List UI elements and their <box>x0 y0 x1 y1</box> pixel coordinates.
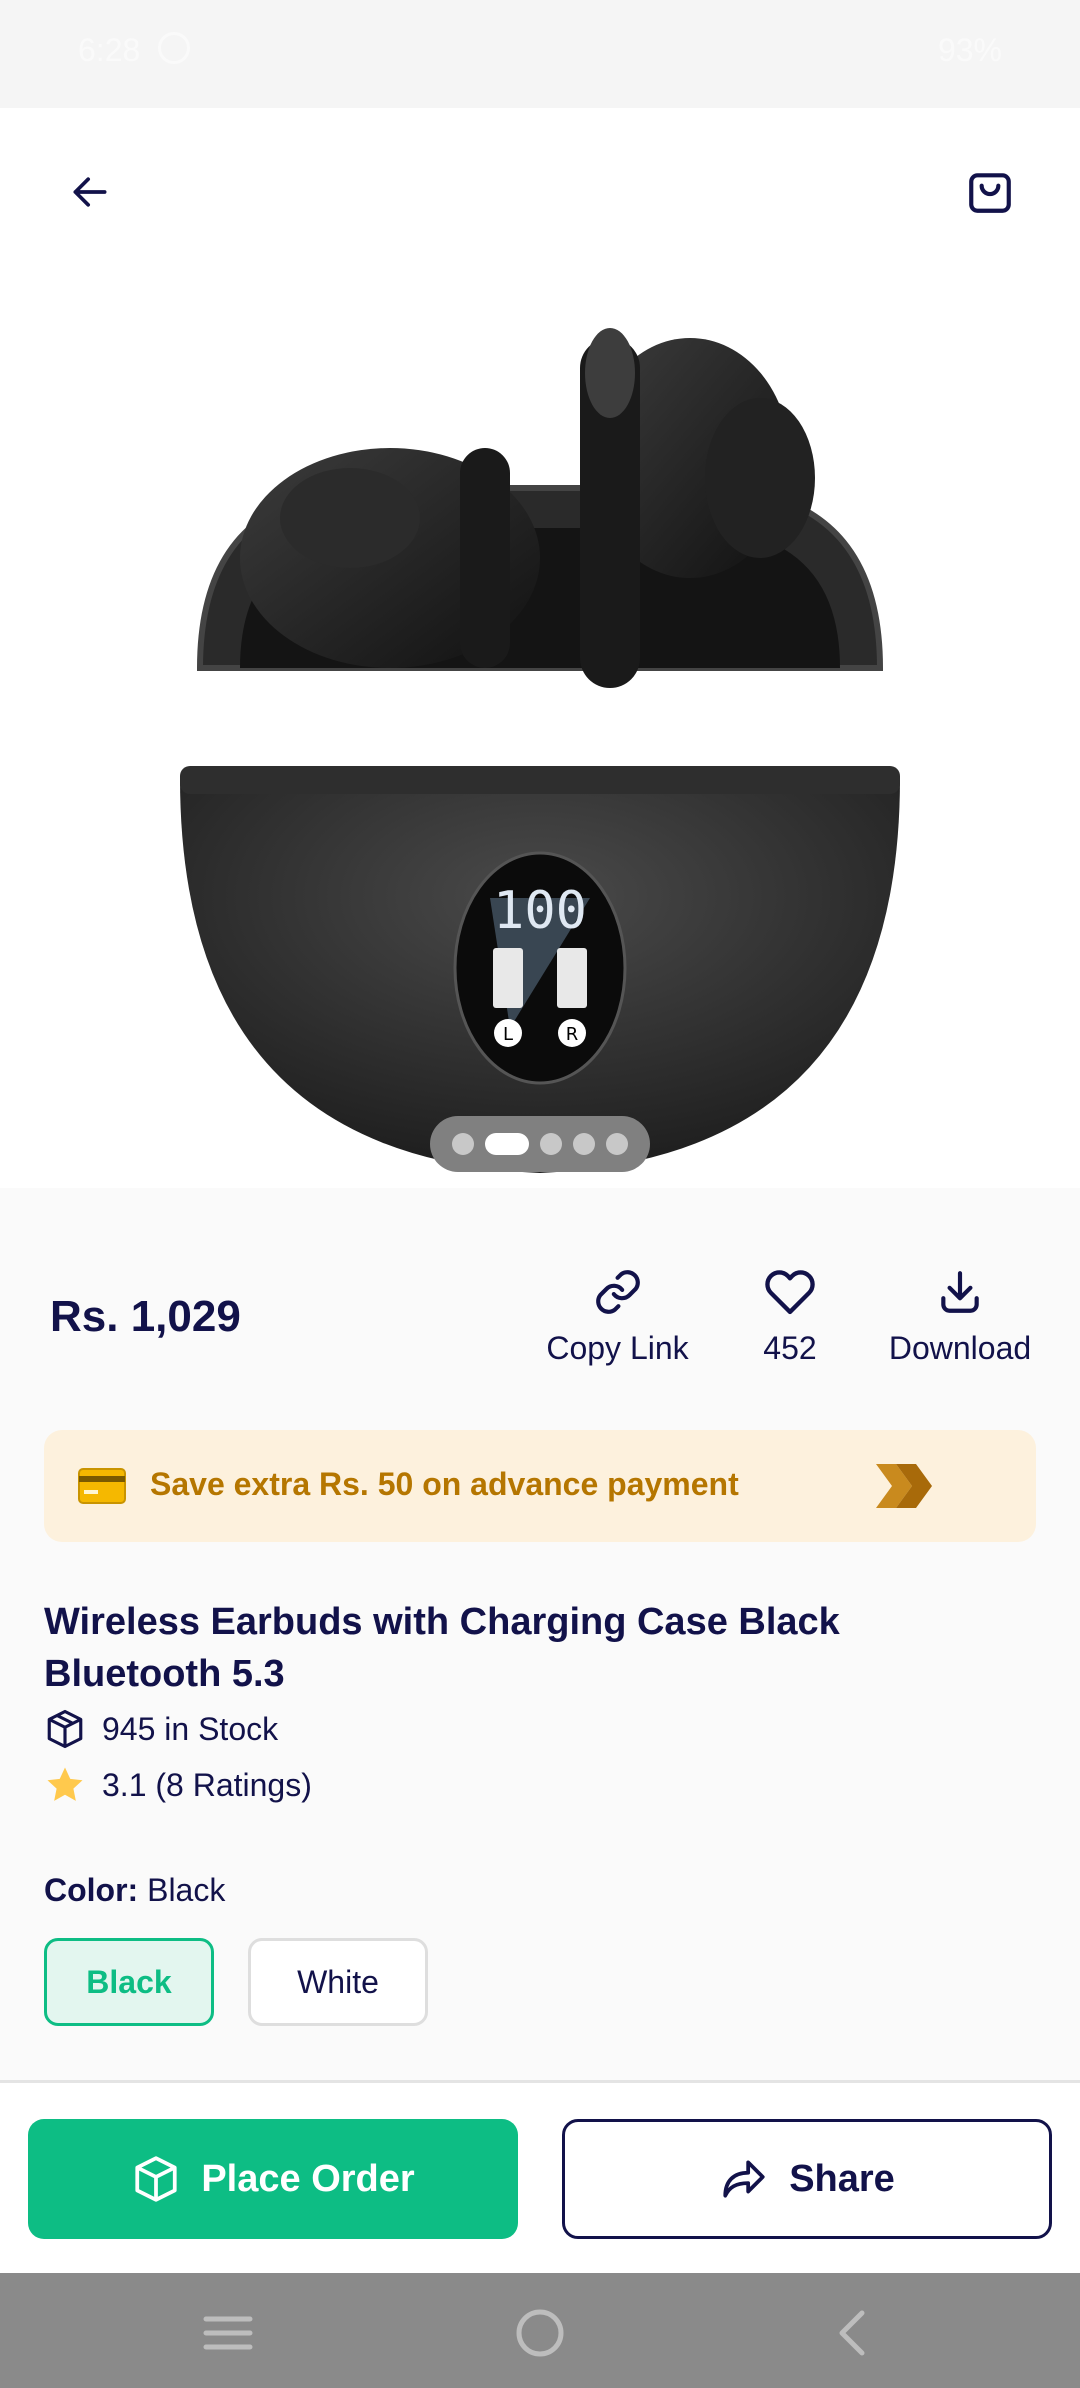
download-icon <box>941 1271 979 1313</box>
bottom-action-bar: Place Order Share <box>0 2083 1080 2273</box>
home-button[interactable] <box>510 2303 570 2363</box>
svg-text:L: L <box>503 1024 513 1045</box>
product-gallery[interactable]: 100 L R <box>0 108 1080 1188</box>
product-image: 100 L R <box>180 328 900 1173</box>
credit-card-icon <box>78 1468 126 1504</box>
advance-payment-banner[interactable]: Save extra Rs. 50 on advance payment <box>44 1430 1036 1542</box>
product-price: Rs. 1,029 <box>50 1292 241 1341</box>
back-nav-button[interactable] <box>822 2303 882 2363</box>
rating-text: 3.1 (8 Ratings) <box>102 1766 312 1803</box>
color-option-white[interactable]: White <box>248 1938 428 2026</box>
copy-link-label: Copy Link <box>546 1330 689 1366</box>
place-order-button[interactable]: Place Order <box>28 2119 518 2239</box>
pager-dot[interactable] <box>452 1133 474 1155</box>
status-time: 6:28 <box>78 32 141 68</box>
rating-info[interactable]: 3.1 (8 Ratings) <box>44 1764 312 1806</box>
cart-button[interactable] <box>948 150 1032 234</box>
copy-link-button[interactable]: Copy Link <box>540 1262 695 1367</box>
pager-dot-active[interactable] <box>485 1133 529 1155</box>
svg-text:100: 100 <box>493 881 587 941</box>
back-nav-icon <box>839 2310 865 2356</box>
back-button[interactable] <box>48 150 132 234</box>
download-label: Download <box>888 1330 1032 1366</box>
cube-icon <box>135 2156 177 2202</box>
double-chevron-icon <box>876 1464 932 1508</box>
share-icon <box>723 2160 765 2198</box>
status-bar: 6:28 93% <box>0 0 1080 108</box>
recent-apps-button[interactable] <box>198 2303 258 2363</box>
color-label-value: Black <box>147 1872 226 1908</box>
like-count: 452 <box>763 1330 817 1366</box>
share-button[interactable]: Share <box>562 2119 1052 2239</box>
box-icon <box>47 1709 83 1749</box>
pager-dot[interactable] <box>606 1133 628 1155</box>
shopping-bag-icon <box>969 173 1011 213</box>
menu-icon <box>203 2316 253 2350</box>
place-order-label: Place Order <box>201 2157 415 2200</box>
pager-dot[interactable] <box>540 1133 562 1155</box>
promo-text: Save extra Rs. 50 on advance payment <box>150 1466 739 1502</box>
stock-info: 945 in Stock <box>44 1708 278 1750</box>
system-nav-bar <box>0 2273 1080 2388</box>
color-option-black[interactable]: Black <box>44 1938 214 2026</box>
star-icon <box>47 1767 83 1801</box>
back-arrow-icon <box>73 177 107 207</box>
notification-icon <box>158 32 190 64</box>
share-label: Share <box>789 2157 895 2200</box>
pager-dot[interactable] <box>573 1133 595 1155</box>
stock-text: 945 in Stock <box>102 1710 279 1747</box>
link-icon <box>595 1270 640 1314</box>
image-pager[interactable] <box>430 1116 650 1172</box>
download-button[interactable]: Download <box>880 1262 1040 1367</box>
product-title: Wireless Earbuds with Charging Case Blac… <box>44 1601 840 1695</box>
color-label-key: Color: <box>44 1872 139 1908</box>
like-button[interactable]: 452 <box>740 1262 840 1367</box>
heart-icon <box>765 1270 815 1315</box>
home-icon <box>516 2309 564 2357</box>
battery-level: 93% <box>937 32 1002 68</box>
color-label: Color: Black <box>44 1872 225 1909</box>
svg-text:R: R <box>566 1024 579 1045</box>
